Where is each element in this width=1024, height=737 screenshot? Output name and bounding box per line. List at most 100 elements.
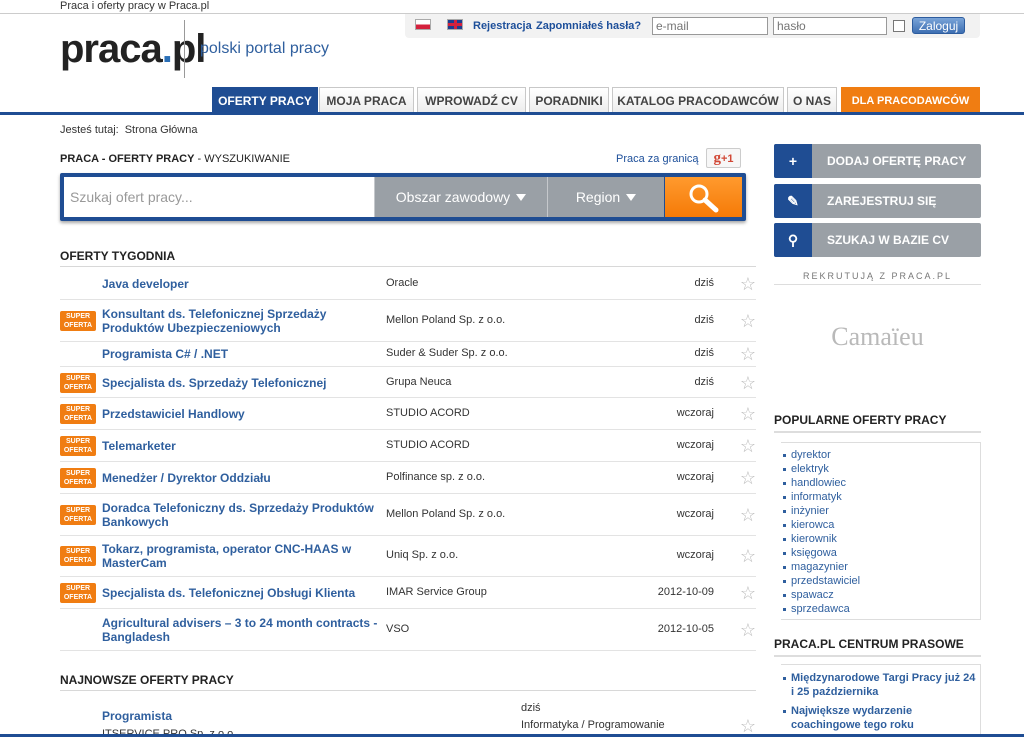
job-title-link[interactable]: Doradca Telefoniczny ds. Sprzedaży Produ… <box>102 501 382 529</box>
search-input[interactable]: Szukaj ofert pracy... <box>64 177 374 217</box>
star-icon[interactable]: ☆ <box>740 584 756 602</box>
password-field[interactable] <box>773 17 887 35</box>
super-offer-badge: SUPER OFERTA <box>60 404 96 424</box>
recruiter-logo[interactable]: Camaïeu <box>774 322 981 352</box>
press-center-title: PRACA.PL CENTRUM PRASOWE <box>774 637 981 657</box>
polish-flag-icon[interactable] <box>415 19 431 30</box>
popular-offer-link[interactable]: kierownik <box>781 532 980 546</box>
job-title-link[interactable]: Java developer <box>102 277 382 291</box>
popular-offer-link[interactable]: sprzedawca <box>781 602 980 616</box>
table-row[interactable]: SUPER OFERTA Doradca Telefoniczny ds. Sprz… <box>60 494 756 536</box>
popular-offer-link[interactable]: dyrektor <box>781 448 980 462</box>
pencil-icon: ✎ <box>774 184 812 218</box>
tab-my-work[interactable]: MOJA PRACA <box>319 87 414 113</box>
job-date: dziś <box>521 702 541 714</box>
forgot-password-link[interactable]: Zapomniałeś hasła? <box>536 20 641 32</box>
star-icon[interactable]: ☆ <box>740 621 756 639</box>
job-company: STUDIO ACORD <box>386 407 470 419</box>
job-date: wczoraj <box>676 439 714 451</box>
star-icon[interactable]: ☆ <box>740 405 756 423</box>
job-title-link[interactable]: Tokarz, programista, operator CNC-HAAS w… <box>102 542 382 570</box>
press-article-link[interactable]: Największe wydarzenie coachingowe tego r… <box>781 704 980 732</box>
area-dropdown[interactable]: Obszar zawodowy <box>374 177 547 217</box>
search-cv-button[interactable]: ⚲ SZUKAJ W BAZIE CV <box>774 223 981 257</box>
star-icon[interactable]: ☆ <box>740 547 756 565</box>
table-row[interactable]: SUPER OFERTA Telemarketer STUDIO ACORD wczor… <box>60 430 756 462</box>
badge-line: SUPER <box>65 470 91 477</box>
star-icon[interactable]: ☆ <box>740 345 756 363</box>
login-bar: Rejestracja Zapomniałeś hasła? Zaloguj <box>405 14 980 38</box>
star-icon[interactable]: ☆ <box>740 506 756 524</box>
table-row[interactable]: SUPER OFERTA Specjalista ds. Telefonicznej… <box>60 577 756 609</box>
job-date: dziś <box>694 314 714 326</box>
tab-for-employers[interactable]: DLA PRACODAWCÓW <box>841 87 980 113</box>
star-icon[interactable]: ☆ <box>740 312 756 330</box>
search-section-title: PRACA - OFERTY PRACY - WYSZUKIWANIE <box>60 153 290 165</box>
breadcrumb-home[interactable]: Strona Główna <box>125 124 198 136</box>
search-bar: Szukaj ofert pracy... Obszar zawodowy Re… <box>60 173 746 221</box>
google-plus-icon: g <box>713 150 721 166</box>
tab-about[interactable]: O NAS <box>787 87 837 113</box>
star-icon[interactable]: ☆ <box>740 437 756 455</box>
super-offer-badge: SUPER OFERTA <box>60 373 96 393</box>
register-link[interactable]: Rejestracja <box>473 20 532 32</box>
google-plus-button[interactable]: g+1 <box>706 148 741 168</box>
job-title-link[interactable]: Telemarketer <box>102 439 382 453</box>
table-row[interactable]: SUPER OFERTA Tokarz, programista, operator… <box>60 535 756 577</box>
login-button[interactable]: Zaloguj <box>912 17 965 34</box>
region-dropdown[interactable]: Region <box>547 177 664 217</box>
popular-offer-link[interactable]: elektryk <box>781 462 980 476</box>
table-row[interactable]: SUPER OFERTA Menedżer / Dyrektor Oddziału P… <box>60 462 756 494</box>
job-title-link[interactable]: Programista <box>102 709 382 723</box>
remember-checkbox[interactable] <box>893 20 905 32</box>
press-article-link[interactable]: Międzynarodowe Targi Pracy już 24 i 25 p… <box>781 671 980 699</box>
chevron-down-icon <box>626 194 637 201</box>
super-offer-badge: SUPER OFERTA <box>60 505 96 525</box>
table-row[interactable]: Agricultural advisers – 3 to 24 month co… <box>60 609 756 651</box>
tab-add-cv[interactable]: WPROWADŹ CV <box>417 87 526 113</box>
search-icon <box>689 184 719 213</box>
email-field[interactable] <box>652 17 768 35</box>
job-date: wczoraj <box>676 407 714 419</box>
super-offer-badge: SUPER OFERTA <box>60 468 96 488</box>
job-company: VSO <box>386 623 410 635</box>
breadcrumb-prefix: Jesteś tutaj: <box>60 124 119 136</box>
tab-employer-catalog[interactable]: KATALOG PRACODAWCÓW <box>612 87 784 113</box>
weekly-offers-title: OFERTY TYGODNIA <box>60 249 176 263</box>
star-icon[interactable]: ☆ <box>740 717 756 735</box>
popular-offer-link[interactable]: kierowca <box>781 518 980 532</box>
popular-offer-link[interactable]: księgowa <box>781 546 980 560</box>
table-row[interactable]: SUPER OFERTA Przedstawiciel Handlowy STUDIO… <box>60 398 756 430</box>
search-button[interactable] <box>665 177 742 217</box>
job-title-link[interactable]: Agricultural advisers – 3 to 24 month co… <box>102 616 382 644</box>
table-row[interactable]: SUPER OFERTA Specjalista ds. Sprzedaży Tel… <box>60 367 756 398</box>
register-button[interactable]: ✎ ZAREJESTRUJ SIĘ <box>774 184 981 218</box>
table-row[interactable]: Programista ITSERVICE PRO Sp. z o.o. dzi… <box>60 697 756 737</box>
job-title-link[interactable]: Konsultant ds. Telefonicznej Sprzedaży P… <box>102 307 382 335</box>
star-icon[interactable]: ☆ <box>740 469 756 487</box>
tab-job-offers[interactable]: OFERTY PRACY <box>212 87 318 113</box>
table-row[interactable]: Java developer Oracle dziś ☆ <box>60 267 756 300</box>
popular-offer-link[interactable]: magazynier <box>781 560 980 574</box>
popular-offer-link[interactable]: przedstawiciel <box>781 574 980 588</box>
work-abroad-link[interactable]: Praca za granicą <box>616 153 699 165</box>
job-title-link[interactable]: Specjalista ds. Sprzedaży Telefonicznej <box>102 376 382 390</box>
star-icon[interactable]: ☆ <box>740 275 756 293</box>
job-title-link[interactable]: Specjalista ds. Telefonicznej Obsługi Kl… <box>102 586 382 600</box>
table-row[interactable]: Programista C# / .NET Suder & Suder Sp. z… <box>60 341 756 367</box>
popular-offer-link[interactable]: handlowiec <box>781 476 980 490</box>
badge-line: SUPER <box>65 585 91 592</box>
job-title-link[interactable]: Przedstawiciel Handlowy <box>102 407 382 421</box>
add-offer-button[interactable]: + DODAJ OFERTĘ PRACY <box>774 144 981 178</box>
table-row[interactable]: SUPER OFERTA Konsultant ds. Telefonicznej … <box>60 300 756 342</box>
popular-offer-link[interactable]: informatyk <box>781 490 980 504</box>
star-icon[interactable]: ☆ <box>740 374 756 392</box>
badge-line: SUPER <box>65 438 91 445</box>
job-title-link[interactable]: Menedżer / Dyrektor Oddziału <box>102 471 382 485</box>
job-company: Grupa Neuca <box>386 376 452 388</box>
job-title-link[interactable]: Programista C# / .NET <box>102 347 382 361</box>
english-flag-icon[interactable] <box>447 19 463 30</box>
popular-offer-link[interactable]: spawacz <box>781 588 980 602</box>
popular-offer-link[interactable]: inżynier <box>781 504 980 518</box>
tab-guides[interactable]: PORADNIKI <box>529 87 609 113</box>
